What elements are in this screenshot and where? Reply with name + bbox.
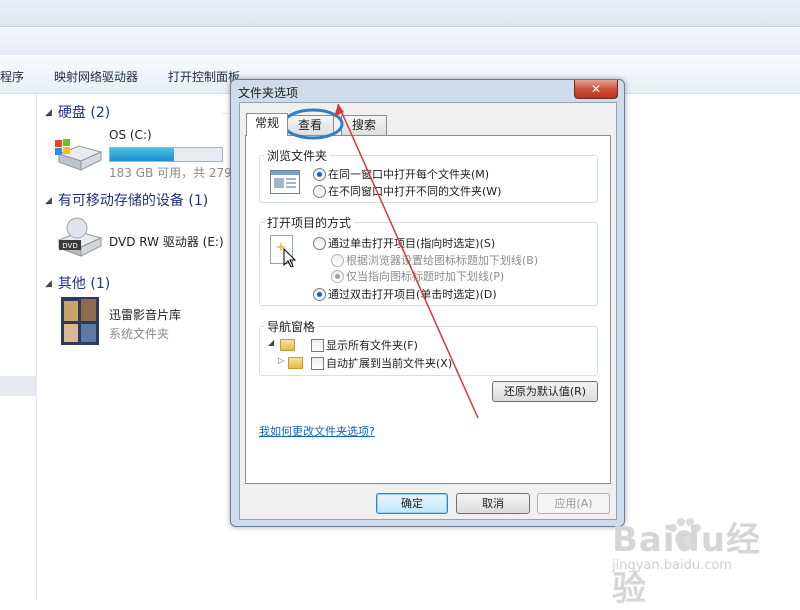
media-library-icon [61, 297, 99, 345]
drive-usage-bar [109, 147, 223, 162]
group-label: 硬盘 (2) [57, 105, 111, 121]
group-label: 有可移动存储的设备 (1) [57, 193, 209, 209]
folder-icon [280, 339, 295, 351]
opt-underline-browser-label: 根据浏览器设置给图标标题加下划线(B) [346, 254, 539, 267]
dvd-drive-icon: DVD [57, 217, 103, 257]
browse-folders-group: 浏览文件夹 在同一窗口中打开每个文件夹(M) 在不同窗口中打开不同的文件夹(W) [259, 147, 598, 203]
collapse-triangle-icon[interactable]: ◢ [45, 108, 52, 118]
help-link[interactable]: 我如何更改文件夹选项? [259, 423, 375, 439]
opt-single-click-label[interactable]: 通过单击打开项目(指向时选定)(S) [328, 235, 495, 251]
media-library-type: 系统文件夹 [109, 327, 170, 341]
click-items-group: 打开项目的方式 通过单击打开项目(指向时选定)(S) 根据浏览器设置给图标标题加… [259, 214, 598, 306]
radio-same-window[interactable] [313, 168, 326, 181]
toolbar-programs-button[interactable]: 程序 [0, 68, 24, 85]
ok-button[interactable]: 确定 [376, 493, 448, 514]
collapsed-triangle-icon: ▷ [278, 356, 285, 365]
radio-underline-browser [331, 254, 344, 267]
group-label: 其他 (1) [57, 276, 111, 292]
opt-new-window-label[interactable]: 在不同窗口中打开不同的文件夹(W) [328, 183, 501, 199]
watermark-url: jingyan.baidu.com [612, 558, 732, 573]
address-bar-area [0, 26, 800, 55]
hard-drive-icon [55, 139, 103, 171]
drive-usage-fill [110, 148, 174, 161]
close-button[interactable]: ✕ [574, 80, 618, 99]
media-library-name[interactable]: 迅雷影音片库 [109, 306, 181, 323]
checkbox-auto-expand[interactable] [311, 357, 324, 370]
navigation-pane [0, 94, 37, 600]
radio-new-window[interactable] [313, 185, 326, 198]
toolbar-map-drive-button[interactable]: 映射网络驱动器 [54, 68, 138, 85]
radio-single-click[interactable] [313, 237, 326, 250]
explorer-title-bar [0, 0, 800, 55]
navigation-pane-group: 导航窗格 ◢ ▷ 显示所有文件夹(F) 自动扩展到当前文件夹(X) [259, 318, 598, 376]
pointer-click-icon [270, 235, 297, 267]
restore-defaults-button[interactable]: 还原为默认值(R) [492, 381, 598, 402]
apply-button: 应用(A) [537, 493, 610, 514]
folder-options-dialog: 文件夹选项 ✕ 常规 查看 搜索 浏览文件夹 在同一窗口中打开每个文件夹(M) [230, 79, 625, 527]
opt-underline-hover-label: 仅当指向图标标题时加下划线(P) [346, 270, 505, 283]
dialog-title: 文件夹选项 [238, 86, 299, 100]
opt-double-click-label[interactable]: 通过双击打开项目(单击时选定)(D) [328, 286, 497, 302]
collapse-triangle-icon[interactable]: ◢ [45, 279, 52, 289]
group-header-hdd[interactable]: ◢ 硬盘 (2) [45, 102, 110, 122]
drive-name-os[interactable]: OS (C:) [109, 128, 152, 142]
folder-icon [288, 357, 303, 369]
dialog-body: 常规 查看 搜索 浏览文件夹 在同一窗口中打开每个文件夹(M) 在不同窗口中打开… [239, 102, 617, 520]
opt-same-window-label[interactable]: 在同一窗口中打开每个文件夹(M) [328, 166, 489, 182]
cancel-button[interactable]: 取消 [456, 493, 530, 514]
tab-panel-general: 浏览文件夹 在同一窗口中打开每个文件夹(M) 在不同窗口中打开不同的文件夹(W)… [245, 135, 611, 484]
group-header-other[interactable]: ◢ 其他 (1) [45, 273, 110, 293]
dvd-icon-label: DVD [62, 242, 77, 250]
click-items-legend: 打开项目的方式 [264, 214, 355, 231]
window-preview-icon [270, 170, 300, 194]
baidu-watermark: Baidu经验 jingyan.baidu.com [612, 512, 772, 609]
drive-name-dvd[interactable]: DVD RW 驱动器 (E:) [109, 233, 224, 250]
tab-general[interactable]: 常规 [246, 113, 288, 136]
auto-expand-label[interactable]: 自动扩展到当前文件夹(X) [326, 355, 452, 371]
drive-usage-text: 183 GB 可用，共 279 [109, 166, 232, 180]
show-all-folders-label[interactable]: 显示所有文件夹(F) [326, 337, 418, 353]
collapse-triangle-icon[interactable]: ◢ [45, 196, 52, 206]
browse-folders-legend: 浏览文件夹 [264, 147, 331, 164]
tab-search[interactable]: 搜索 [341, 115, 387, 135]
navigation-pane-legend: 导航窗格 [264, 318, 319, 335]
group-header-removable[interactable]: ◢ 有可移动存储的设备 (1) [45, 190, 208, 210]
expanded-triangle-icon: ◢ [268, 338, 275, 347]
toolbar-control-panel-button[interactable]: 打开控制面板 [168, 68, 240, 85]
radio-double-click[interactable] [313, 288, 326, 301]
tab-view[interactable]: 查看 [286, 115, 334, 135]
nav-selected-item[interactable] [0, 376, 36, 396]
radio-underline-hover [331, 270, 344, 283]
checkbox-show-all-folders[interactable] [311, 339, 324, 352]
